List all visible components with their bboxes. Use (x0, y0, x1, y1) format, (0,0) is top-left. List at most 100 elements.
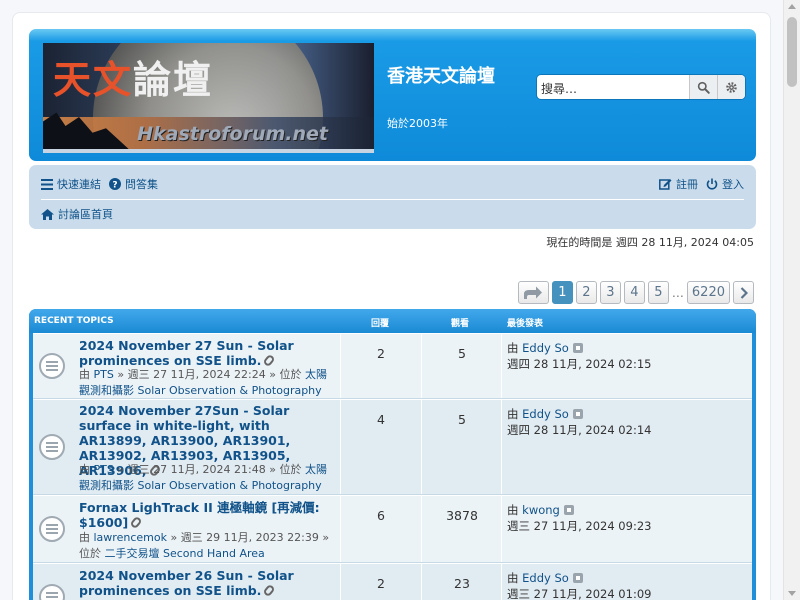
advanced-search-button[interactable] (717, 75, 745, 99)
last-post-date: 週三 27 11月, 2024 01:09 (507, 587, 652, 600)
page-2-button[interactable]: 2 (575, 281, 597, 304)
view-count: 5 (458, 412, 466, 427)
topic-meta: 由 lawrencemok » 週三 29 11月, 2023 22:39 » … (79, 531, 330, 560)
site-description: 始於2003年 (387, 117, 448, 130)
last-post: 由 Eddy So 週四 28 11月, 2024 02:14 (507, 407, 652, 437)
last-post-user[interactable]: Eddy So (522, 341, 569, 355)
topic-read-icon (39, 353, 65, 379)
last-page-button[interactable]: 6220 (686, 281, 730, 304)
topic-meta: 由 PTS » 週三 27 11月, 2024 22:24 » 位於 太陽觀測和… (79, 368, 327, 397)
site-header: 天文論壇 Hkastroforum.net 香港天文論壇 始於2003年 搜尋… (29, 29, 756, 161)
table-row: 2024 November 27Sun - Solar surface in w… (33, 399, 752, 495)
page-wrapper: 天文論壇 Hkastroforum.net 香港天文論壇 始於2003年 搜尋…… (12, 12, 771, 600)
table-row: 2024 November 26 Sun - Solar prominences… (33, 563, 752, 600)
search-input[interactable]: 搜尋… (537, 75, 689, 99)
jump-to-page-button[interactable] (517, 281, 549, 304)
header-last-post: 最後發表 (507, 319, 544, 329)
search-box: 搜尋… (537, 75, 745, 99)
view-latest-post-icon[interactable] (572, 409, 583, 419)
recent-topics-table: RECENT TOPICS 回覆 觀看 最後發表 2024 November 2… (29, 309, 756, 600)
topic-title[interactable]: 2024 November 26 Sun - Solar prominences… (79, 568, 337, 598)
last-post-user[interactable]: Eddy So (522, 407, 569, 421)
next-page-button[interactable] (733, 281, 754, 304)
logo-text: 天文論壇 (53, 57, 214, 102)
power-icon (706, 178, 718, 190)
site-logo-banner[interactable]: 天文論壇 Hkastroforum.net (43, 43, 374, 153)
topic-title[interactable]: 2024 November 27 Sun - Solar prominences… (79, 338, 337, 368)
topic-forum[interactable]: 二手交易壇 Second Hand Area (105, 547, 265, 560)
register-link[interactable]: 註冊 (659, 176, 698, 192)
edit-icon (659, 179, 672, 190)
faq-link[interactable]: ? 問答集 (109, 176, 158, 192)
reply-count: 6 (377, 508, 385, 523)
nav-bar: 快速連結 ? 問答集 註冊 登入 討論區首頁 (29, 165, 756, 229)
scroll-up-arrow-icon[interactable] (788, 4, 796, 9)
page-1-button[interactable]: 1 (551, 281, 573, 304)
table-row: Fornax LighTrack II 連極軸鏡 [再減價: $1600] 由 … (33, 495, 752, 563)
chevron-right-icon (740, 286, 748, 299)
table-header: RECENT TOPICS 回覆 觀看 最後發表 (29, 309, 756, 333)
reply-count: 4 (377, 412, 385, 427)
quick-links-label: 快速連結 (57, 178, 101, 191)
view-count: 3878 (446, 508, 478, 523)
last-post-user[interactable]: Eddy So (522, 571, 569, 585)
logo-stripe (43, 149, 374, 153)
last-post: 由 Eddy So 週四 28 11月, 2024 02:15 (507, 341, 652, 371)
header-replies: 回覆 (371, 319, 390, 329)
home-icon (41, 208, 54, 220)
login-label: 登入 (722, 178, 744, 191)
share-arrow-icon (524, 286, 543, 299)
site-title[interactable]: 香港天文論壇 (387, 65, 507, 89)
view-count: 23 (454, 576, 470, 591)
page-scrollbar[interactable] (783, 0, 800, 600)
pagination: 1 2 3 4 5 … 6220 (515, 281, 754, 304)
search-icon (697, 81, 710, 94)
last-post-user[interactable]: kwong (522, 503, 560, 517)
view-count: 5 (458, 346, 466, 361)
quick-links-menu[interactable]: 快速連結 (41, 176, 101, 192)
page-4-button[interactable]: 4 (623, 281, 645, 304)
page-5-button[interactable]: 5 (647, 281, 669, 304)
reply-count: 2 (377, 576, 385, 591)
attachment-icon (262, 583, 277, 598)
gear-icon (726, 81, 737, 93)
topic-read-icon (39, 516, 65, 542)
pagination-ellipsis: … (671, 285, 684, 300)
topic-read-icon (39, 584, 65, 600)
view-latest-post-icon[interactable] (563, 505, 574, 515)
topic-read-icon (39, 434, 65, 460)
logo-url-text: Hkastroforum.net (137, 123, 328, 145)
header-topics: RECENT TOPICS (34, 316, 114, 326)
last-post-date: 週四 28 11月, 2024 02:15 (507, 357, 652, 371)
question-circle-icon: ? (109, 178, 121, 190)
board-index-link[interactable]: 討論區首頁 (58, 206, 113, 222)
view-latest-post-icon[interactable] (572, 343, 583, 353)
page-3-button[interactable]: 3 (599, 281, 621, 304)
view-latest-post-icon[interactable] (572, 573, 583, 583)
login-link[interactable]: 登入 (706, 176, 744, 192)
last-post: 由 Eddy So 週三 27 11月, 2024 01:09 (507, 571, 652, 600)
current-time: 現在的時間是 週四 28 11月, 2024 04:05 (546, 236, 754, 249)
topic-meta: 由 PTS » 週三 27 11月, 2024 21:48 » 位於 太陽觀測和… (79, 463, 327, 492)
attachment-icon (262, 353, 277, 368)
search-button[interactable] (689, 75, 717, 99)
topic-author[interactable]: PTS (94, 463, 114, 476)
attachment-icon (129, 515, 143, 530)
svg-text:?: ? (112, 181, 117, 191)
scroll-thumb[interactable] (787, 17, 797, 87)
topic-author[interactable]: lawrencemok (94, 531, 167, 544)
last-post-date: 週四 28 11月, 2024 02:14 (507, 423, 652, 437)
menu-bars-icon (41, 178, 53, 190)
reply-count: 2 (377, 346, 385, 361)
topic-title[interactable]: Fornax LighTrack II 連極軸鏡 [再減價: $1600] (79, 500, 337, 530)
header-views: 觀看 (451, 319, 470, 329)
topic-author[interactable]: PTS (94, 368, 114, 381)
last-post-date: 週三 27 11月, 2024 09:23 (507, 519, 652, 533)
faq-label: 問答集 (125, 178, 158, 191)
last-post: 由 kwong 週三 27 11月, 2024 09:23 (507, 503, 652, 533)
register-label: 註冊 (676, 178, 698, 191)
breadcrumb: 討論區首頁 (41, 205, 113, 223)
table-row: 2024 November 27 Sun - Solar prominences… (33, 333, 752, 399)
nav-divider (41, 199, 744, 200)
scroll-down-arrow-icon[interactable] (788, 591, 796, 596)
